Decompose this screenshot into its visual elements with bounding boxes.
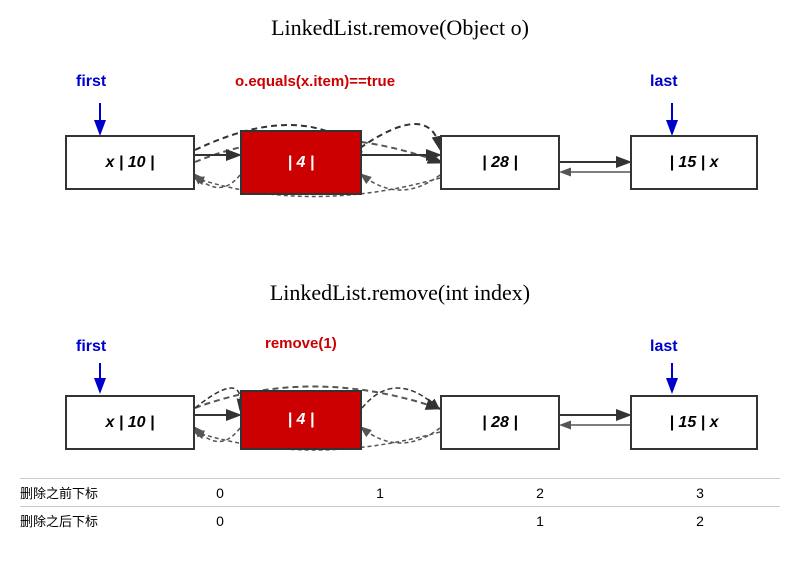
- row2-label: 删除之后下标: [20, 511, 140, 530]
- title2: LinkedList.remove(int index): [0, 280, 800, 306]
- index-row-after: 删除之后下标 0 1 2: [20, 506, 780, 534]
- node-1-3: | 28 |: [440, 135, 560, 190]
- node-2-4: | 15 | x: [630, 395, 758, 450]
- last-label-2: last: [650, 338, 678, 356]
- row1-val-0: 0: [140, 485, 300, 501]
- condition-label-2: remove(1): [265, 335, 337, 352]
- first-label-1: first: [76, 73, 106, 91]
- last-label-1: last: [650, 73, 678, 91]
- node-1-2: | 4 |: [240, 130, 362, 195]
- row2-val-3: 2: [620, 513, 780, 529]
- row2-val-0: 0: [140, 513, 300, 529]
- node-1-1: x | 10 |: [65, 135, 195, 190]
- node-2-3: | 28 |: [440, 395, 560, 450]
- row1-val-2: 2: [460, 485, 620, 501]
- node-2-1: x | 10 |: [65, 395, 195, 450]
- title1: LinkedList.remove(Object o): [0, 15, 800, 41]
- node-2-2: | 4 |: [240, 390, 362, 450]
- row1-val-1: 1: [300, 485, 460, 501]
- row2-val-2: 1: [460, 513, 620, 529]
- index-row-before: 删除之前下标 0 1 2 3: [20, 478, 780, 506]
- row1-val-3: 3: [620, 485, 780, 501]
- node-1-4: | 15 | x: [630, 135, 758, 190]
- row1-label: 删除之前下标: [20, 483, 140, 502]
- index-table: 删除之前下标 0 1 2 3 删除之后下标 0 1 2: [20, 478, 780, 534]
- first-label-2: first: [76, 338, 106, 356]
- diagram-container: LinkedList.remove(Object o) first last o…: [0, 0, 800, 569]
- condition-label-1: o.equals(x.item)==true: [235, 73, 395, 90]
